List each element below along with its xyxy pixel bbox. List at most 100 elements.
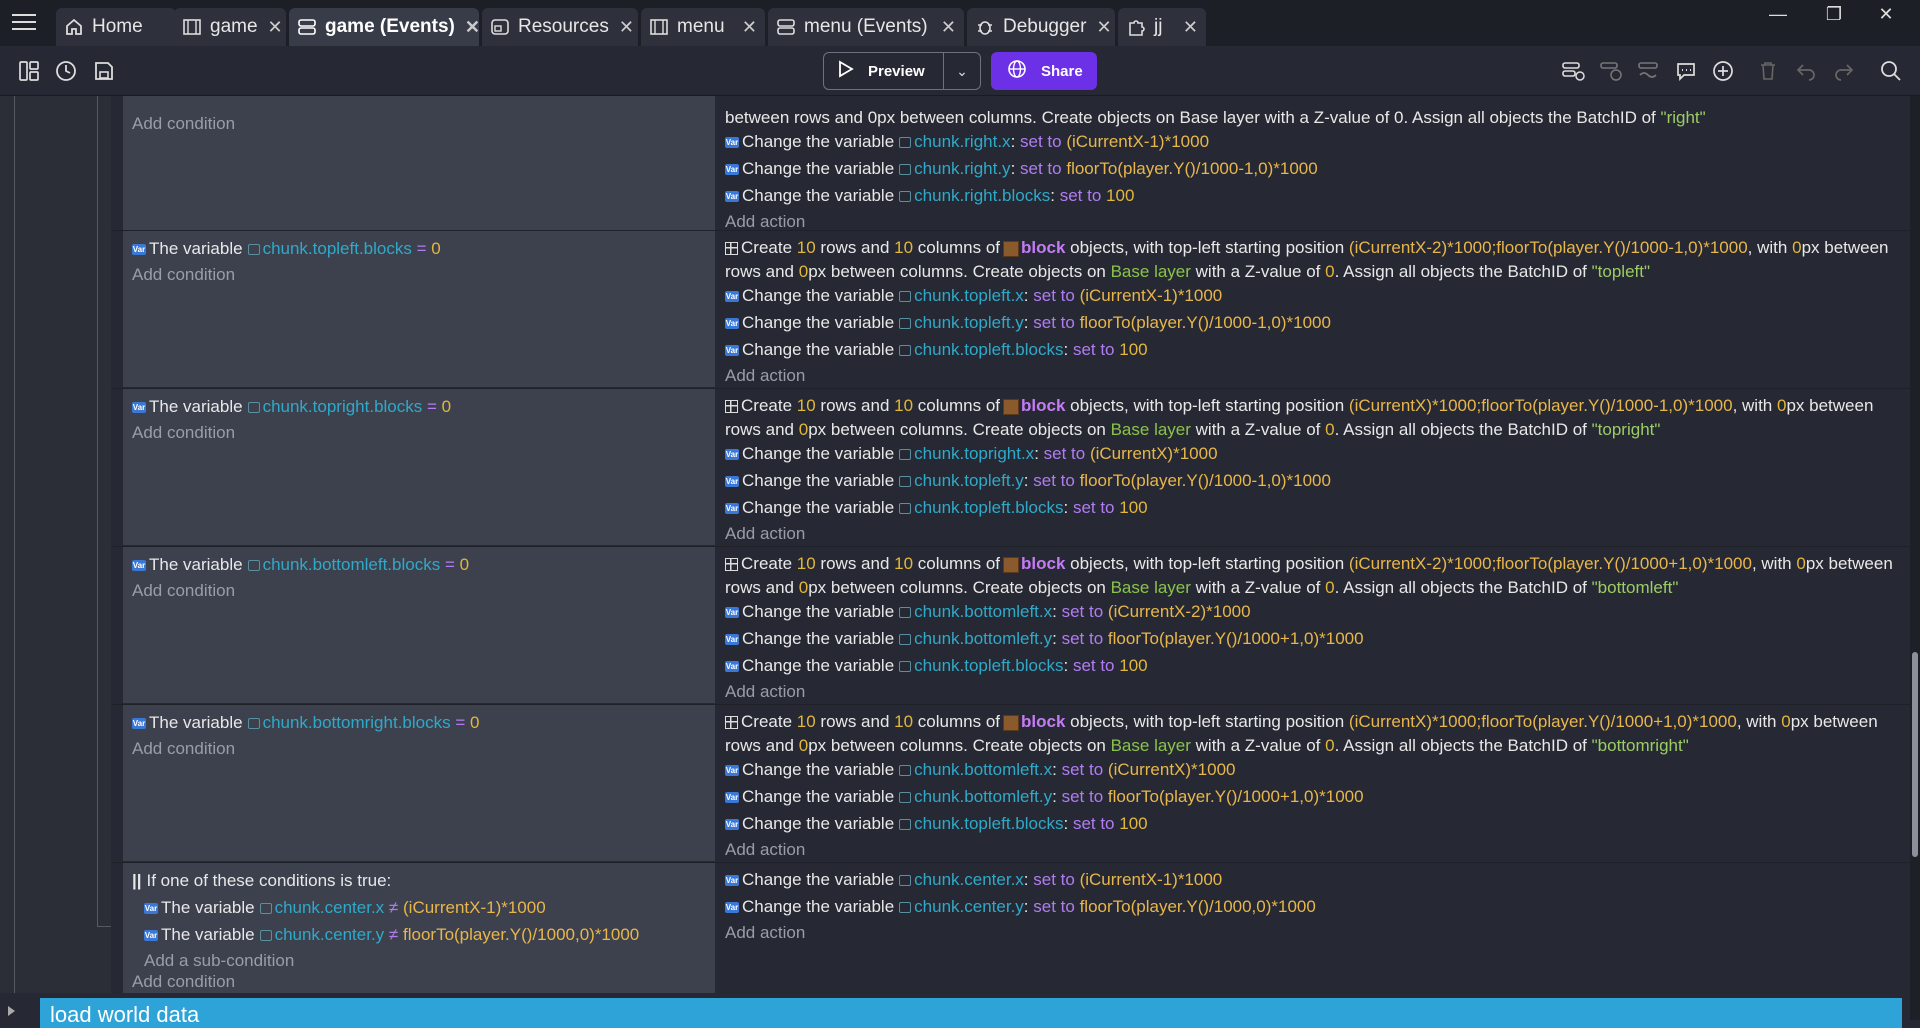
variable-icon: Var — [725, 318, 739, 330]
tab-menu[interactable]: menu ✕ — [641, 8, 765, 46]
tab-bar: Home game ✕ game (Events) ✕ Resources ✕ … — [0, 0, 1920, 46]
condition-row[interactable]: Var The variable chunk.topleft.blocks = 0 — [132, 237, 706, 264]
action-row[interactable]: Var Change the variable chunk.right.x: set… — [725, 130, 1904, 157]
menu-icon[interactable] — [12, 14, 36, 32]
add-action-link[interactable]: Add action — [725, 681, 1904, 703]
create-action[interactable]: Create 10 rows and 10 columns of block ob… — [725, 710, 1904, 758]
global-variable-icon — [899, 318, 912, 330]
share-button[interactable]: Share — [991, 52, 1097, 90]
tab-debugger[interactable]: Debugger ✕ — [967, 8, 1115, 46]
create-action-tail[interactable]: between rows and 0px between columns. Cr… — [725, 106, 1904, 130]
close-icon[interactable]: ✕ — [258, 17, 283, 38]
tab-game[interactable]: game ✕ — [174, 8, 286, 46]
restore-icon[interactable]: ❐ — [1819, 4, 1849, 26]
action-row[interactable]: Var Change the variable chunk.right.blocks… — [725, 184, 1904, 211]
sub-condition-row[interactable]: Var The variable chunk.center.x ≠ (iCurren… — [132, 896, 706, 923]
project-manager-icon[interactable] — [16, 58, 42, 84]
action-row[interactable]: Var Change the variable chunk.topright.x: … — [725, 442, 1904, 469]
minimize-icon[interactable]: — — [1763, 4, 1793, 26]
variable-icon: Var — [725, 765, 739, 777]
create-action[interactable]: Create 10 rows and 10 columns of block ob… — [725, 552, 1904, 600]
action-row[interactable]: Var Change the variable chunk.center.y: se… — [725, 895, 1904, 922]
events-sheet: Add condition between rows and 0px betwe… — [0, 96, 1910, 1020]
close-icon[interactable]: ✕ — [732, 17, 757, 38]
add-condition-link[interactable]: Add condition — [132, 264, 706, 285]
action-row[interactable]: Var Change the variable chunk.bottomleft.y… — [725, 785, 1904, 812]
event-row: || If one of these conditions is true: Va… — [111, 862, 1910, 993]
scrollbar-thumb[interactable] — [1912, 652, 1918, 857]
conditions-panel[interactable]: Var The variable chunk.topleft.blocks = 0 … — [123, 231, 715, 387]
add-condition-link[interactable]: Add condition — [132, 580, 706, 601]
add-sub-condition-link[interactable]: Add a sub-condition — [132, 950, 706, 971]
action-row[interactable]: Var Change the variable chunk.topleft.y: s… — [725, 311, 1904, 338]
close-icon[interactable]: ✕ — [931, 17, 956, 38]
global-variable-icon — [899, 607, 912, 619]
add-action-link[interactable]: Add action — [725, 523, 1904, 545]
search-icon[interactable] — [1878, 58, 1904, 84]
actions-panel[interactable]: Create 10 rows and 10 columns of block ob… — [719, 547, 1910, 703]
tab-menu-events[interactable]: menu (Events) ✕ — [768, 8, 964, 46]
conditions-panel[interactable]: || If one of these conditions is true: Va… — [123, 863, 715, 993]
history-icon[interactable] — [53, 58, 79, 84]
add-condition-link[interactable]: Add condition — [132, 738, 706, 759]
add-condition-link[interactable]: Add condition — [132, 422, 706, 443]
add-icon[interactable] — [1710, 58, 1736, 84]
condition-row[interactable]: Var The variable chunk.bottomleft.blocks =… — [132, 553, 706, 580]
add-condition-link[interactable]: Add condition — [132, 971, 706, 992]
global-variable-icon — [259, 903, 272, 915]
actions-panel[interactable]: Create 10 rows and 10 columns of block ob… — [719, 705, 1910, 861]
add-condition-link[interactable]: Add condition — [132, 113, 706, 134]
variable-icon: Var — [725, 164, 739, 176]
add-action-link[interactable]: Add action — [725, 365, 1904, 387]
tab-game-events[interactable]: game (Events) ✕ — [289, 8, 480, 46]
conditions-panel[interactable]: Var The variable chunk.bottomleft.blocks =… — [123, 547, 715, 703]
preview-button[interactable]: Preview — [824, 53, 944, 89]
global-variable-icon — [247, 718, 260, 730]
tab-home[interactable]: Home — [56, 8, 176, 46]
tab-jj[interactable]: jj ✕ — [1118, 8, 1206, 46]
chevron-down-icon[interactable]: ⌄ — [944, 63, 980, 80]
chevron-right-icon[interactable] — [8, 1006, 15, 1016]
action-row[interactable]: Var Change the variable chunk.topleft.bloc… — [725, 338, 1904, 365]
action-row[interactable]: Var Change the variable chunk.bottomleft.x… — [725, 600, 1904, 627]
sub-condition-row[interactable]: Var The variable chunk.center.y ≠ floorTo(… — [132, 923, 706, 950]
action-row[interactable]: Var Change the variable chunk.topleft.y: s… — [725, 469, 1904, 496]
action-row[interactable]: Var Change the variable chunk.center.x: se… — [725, 868, 1904, 895]
event-group-header[interactable]: load world data — [40, 998, 1902, 1028]
action-row[interactable]: Var Change the variable chunk.bottomleft.y… — [725, 627, 1904, 654]
add-action-link[interactable]: Add action — [725, 922, 1904, 944]
create-action[interactable]: Create 10 rows and 10 columns of block ob… — [725, 236, 1904, 284]
condition-row[interactable]: Var The variable chunk.topright.blocks = 0 — [132, 395, 706, 422]
action-row[interactable]: Var Change the variable chunk.topleft.x: s… — [725, 284, 1904, 311]
global-variable-icon — [899, 661, 912, 673]
event-row: Var The variable chunk.topleft.blocks = 0 … — [111, 230, 1910, 387]
actions-panel[interactable]: Create 10 rows and 10 columns of block ob… — [719, 231, 1910, 387]
action-row[interactable]: Var Change the variable chunk.topleft.bloc… — [725, 496, 1904, 523]
global-variable-icon — [899, 449, 912, 461]
action-row[interactable]: Var Change the variable chunk.topleft.bloc… — [725, 654, 1904, 681]
close-icon[interactable]: ✕ — [1086, 17, 1111, 38]
close-icon[interactable]: ✕ — [609, 17, 634, 38]
comment-icon[interactable] — [1673, 58, 1699, 84]
close-window-icon[interactable]: ✕ — [1871, 4, 1901, 26]
action-row[interactable]: Var Change the variable chunk.topleft.bloc… — [725, 812, 1904, 839]
tab-resources[interactable]: Resources ✕ — [482, 8, 638, 46]
or-condition[interactable]: || If one of these conditions is true: — [132, 869, 706, 896]
add-action-link[interactable]: Add action — [725, 839, 1904, 861]
scrollbar[interactable] — [1910, 96, 1920, 1020]
actions-panel[interactable]: Create 10 rows and 10 columns of block ob… — [719, 389, 1910, 545]
condition-row[interactable]: Var The variable chunk.bottomright.blocks … — [132, 711, 706, 738]
save-icon[interactable] — [91, 58, 117, 84]
add-event-icon[interactable] — [1560, 58, 1586, 84]
create-action[interactable]: Create 10 rows and 10 columns of block ob… — [725, 394, 1904, 442]
action-row[interactable]: Var Change the variable chunk.bottomleft.x… — [725, 758, 1904, 785]
grid-icon — [725, 400, 738, 414]
conditions-panel[interactable]: Var The variable chunk.bottomright.blocks … — [123, 705, 715, 861]
action-row[interactable]: Var Change the variable chunk.right.y: set… — [725, 157, 1904, 184]
actions-panel[interactable]: Var Change the variable chunk.center.x: se… — [719, 863, 1910, 993]
conditions-panel[interactable]: Var The variable chunk.topright.blocks = 0… — [123, 389, 715, 545]
close-icon[interactable]: ✕ — [455, 17, 480, 38]
close-icon[interactable]: ✕ — [1173, 17, 1198, 38]
global-variable-icon — [899, 476, 912, 488]
block-sprite-icon — [1003, 556, 1019, 573]
